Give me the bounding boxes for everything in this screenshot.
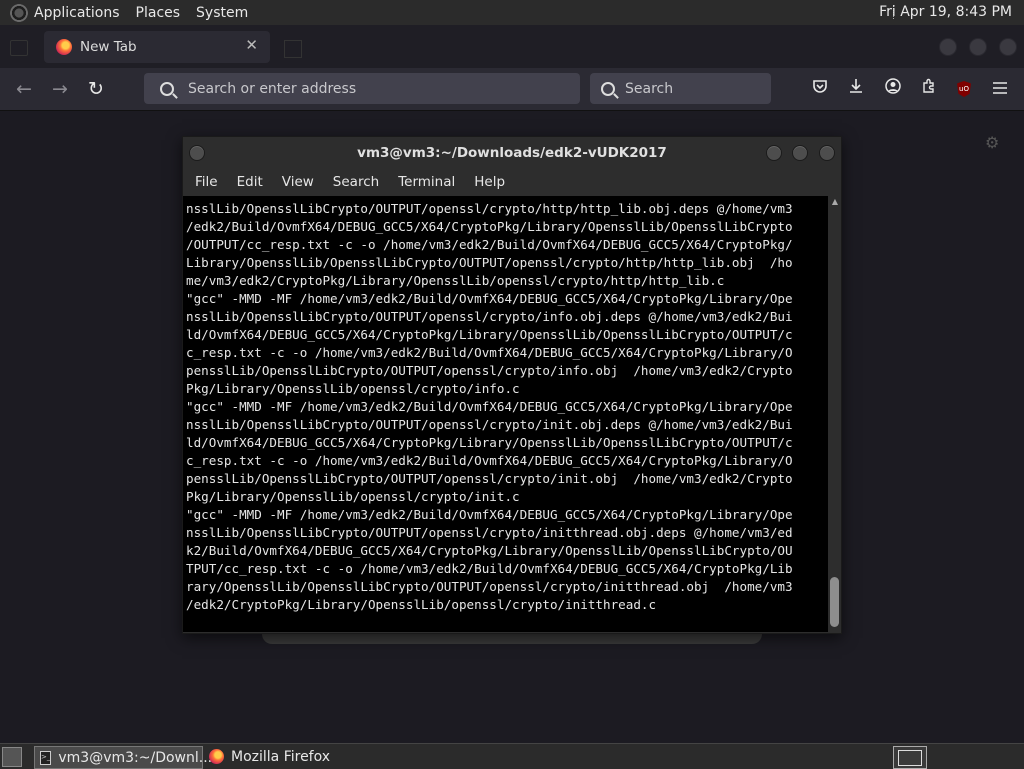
terminal-window[interactable]: vm3@vm3:~/Downloads/edk2-vUDK2017 File E…	[182, 136, 842, 634]
terminal-line: nsslLib/OpensslLibCrypto/OUTPUT/openssl/…	[186, 201, 793, 216]
terminal-line: TPUT/cc_resp.txt -c -o /home/vm3/edk2/Bu…	[186, 561, 793, 576]
downloads-icon[interactable]	[845, 78, 867, 100]
url-placeholder: Search or enter address	[188, 80, 357, 97]
firefox-icon	[209, 749, 224, 764]
terminal-line: rary/OpensslLib/OpensslLibCrypto/OUTPUT/…	[186, 579, 793, 594]
terminal-line: "gcc" -MMD -MF /home/vm3/edk2/Build/Ovmf…	[186, 507, 793, 522]
menu-system[interactable]: System	[196, 5, 248, 21]
menu-applications[interactable]: Applications	[34, 5, 120, 21]
close-button[interactable]	[819, 145, 835, 161]
terminal-menubar: File Edit View Search Terminal Help	[183, 169, 841, 195]
terminal-line: "gcc" -MMD -MF /home/vm3/edk2/Build/Ovmf…	[186, 399, 793, 414]
terminal-line: c_resp.txt -c -o /home/vm3/edk2/Build/Ov…	[186, 453, 793, 468]
gear-icon[interactable]: ⚙	[985, 133, 999, 152]
extensions-icon[interactable]	[918, 78, 940, 100]
distro-logo-icon[interactable]	[10, 3, 28, 22]
terminal-line: /OUTPUT/cc_resp.txt -c -o /home/vm3/edk2…	[186, 237, 793, 252]
search-icon	[601, 81, 615, 96]
terminal-line: Pkg/Library/OpensslLib/openssl/crypto/in…	[186, 381, 520, 396]
taskbar-item-firefox[interactable]: Mozilla Firefox	[204, 746, 369, 767]
terminal-line: Library/OpensslLib/OpensslLibCrypto/OUTP…	[186, 255, 793, 270]
menu-file[interactable]: File	[195, 174, 218, 190]
terminal-screen[interactable]: nsslLib/OpensslLibCrypto/OUTPUT/openssl/…	[183, 196, 828, 632]
tab-title: New Tab	[80, 39, 137, 55]
terminal-line: ld/OvmfX64/DEBUG_GCC5/X64/CryptoPkg/Libr…	[186, 327, 793, 342]
back-icon[interactable]: ←	[12, 78, 36, 100]
menu-places[interactable]: Places	[136, 5, 181, 21]
bottom-taskbar: >_ vm3@vm3:~/Downl... Mozilla Firefox	[0, 743, 1024, 769]
search-bar[interactable]: Search	[590, 73, 771, 104]
firefox-icon	[56, 39, 72, 55]
terminal-title: vm3@vm3:~/Downloads/edk2-vUDK2017	[357, 145, 667, 161]
scroll-up-arrow-icon[interactable]: ▲	[829, 197, 841, 207]
workspace-switcher[interactable]	[893, 746, 927, 769]
maximize-button[interactable]	[969, 38, 987, 56]
terminal-icon: >_	[40, 750, 52, 765]
terminal-line: nsslLib/OpensslLibCrypto/OUTPUT/openssl/…	[186, 525, 793, 540]
terminal-line: pensslLib/OpensslLibCrypto/OUTPUT/openss…	[186, 471, 793, 486]
url-bar[interactable]: Search or enter address	[144, 73, 580, 104]
menu-terminal[interactable]: Terminal	[398, 174, 455, 190]
terminal-line: Pkg/Library/OpensslLib/openssl/crypto/in…	[186, 489, 520, 504]
menu-view[interactable]: View	[282, 174, 314, 190]
taskbar-item-label: Mozilla Firefox	[231, 748, 331, 765]
search-placeholder: Search	[625, 80, 674, 97]
terminal-output: nsslLib/OpensslLibCrypto/OUTPUT/openssl/…	[183, 196, 828, 614]
account-icon[interactable]	[882, 78, 904, 100]
new-tab-button[interactable]	[284, 40, 302, 58]
close-window-button[interactable]	[999, 38, 1017, 56]
maximize-button[interactable]	[792, 145, 808, 161]
terminal-line: me/vm3/edk2/CryptoPkg/Library/OpensslLib…	[186, 273, 725, 288]
taskbar-item-terminal[interactable]: >_ vm3@vm3:~/Downl...	[34, 746, 212, 769]
menu-help[interactable]: Help	[474, 174, 505, 190]
pocket-icon[interactable]	[809, 78, 831, 100]
menu-search[interactable]: Search	[333, 174, 379, 190]
terminal-scrollbar[interactable]	[828, 196, 841, 632]
workspace-1[interactable]	[898, 750, 922, 766]
taskbar-item-label: vm3@vm3:~/Downl...	[58, 749, 213, 766]
terminal-line: c_resp.txt -c -o /home/vm3/edk2/Build/Ov…	[186, 345, 793, 360]
clock[interactable]: Fri Apr 19, 8:43 PM	[879, 4, 1012, 20]
terminal-line: k2/Build/OvmfX64/DEBUG_GCC5/X64/CryptoPk…	[186, 543, 793, 558]
scrollbar-thumb[interactable]	[830, 577, 839, 627]
hamburger-menu-icon[interactable]	[989, 78, 1011, 100]
reload-icon[interactable]: ↻	[84, 78, 108, 100]
terminal-line: nsslLib/OpensslLibCrypto/OUTPUT/openssl/…	[186, 309, 793, 324]
top-panel: Applications Places System Fri Apr 19, 8…	[0, 0, 1024, 26]
minimize-button[interactable]	[939, 38, 957, 56]
forward-icon[interactable]: →	[48, 78, 72, 100]
search-icon	[160, 81, 174, 96]
terminal-line: /edk2/CryptoPkg/Library/OpensslLib/opens…	[186, 597, 657, 612]
firefox-view-icon[interactable]	[10, 40, 28, 56]
tab-new-tab[interactable]: New Tab ✕	[44, 31, 270, 63]
minimize-button[interactable]	[766, 145, 782, 161]
menu-edit[interactable]: Edit	[237, 174, 263, 190]
terminal-line: nsslLib/OpensslLibCrypto/OUTPUT/openssl/…	[186, 417, 793, 432]
terminal-line: pensslLib/OpensslLibCrypto/OUTPUT/openss…	[186, 363, 793, 378]
show-desktop-icon[interactable]	[2, 747, 22, 767]
terminal-line: /edk2/Build/OvmfX64/DEBUG_GCC5/X64/Crypt…	[186, 219, 793, 234]
terminal-line: "gcc" -MMD -MF /home/vm3/edk2/Build/Ovmf…	[186, 291, 793, 306]
close-tab-icon[interactable]: ✕	[245, 36, 258, 54]
terminal-line: ld/OvmfX64/DEBUG_GCC5/X64/CryptoPkg/Libr…	[186, 435, 793, 450]
